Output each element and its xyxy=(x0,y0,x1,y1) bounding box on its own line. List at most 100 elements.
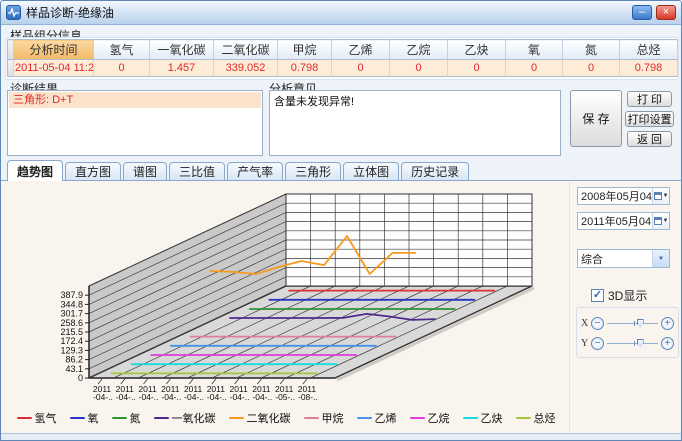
y-slider-thumb[interactable] xyxy=(637,339,644,348)
display-3d-label: 3D显示 xyxy=(608,287,647,304)
tab-gas-rate[interactable]: 产气率 xyxy=(227,162,283,180)
opinion-textarea[interactable]: 含量未发现异常! xyxy=(269,90,561,156)
legend-color-dash xyxy=(463,417,478,419)
x-zoom-out-button[interactable]: − xyxy=(591,317,604,330)
window-title: 样品诊断-绝缘油 xyxy=(26,4,114,21)
cell-time: 2011-05-04 11:22:05 xyxy=(14,60,94,77)
legend-item: 氧 xyxy=(70,410,99,426)
y-zoom-in-button[interactable]: + xyxy=(661,337,674,350)
x-axis-tick-label: -04-.. xyxy=(139,392,159,402)
series-combobox[interactable]: 综合 ▼ xyxy=(577,249,670,268)
close-icon: × xyxy=(663,6,669,18)
chevron-down-icon: ▼ xyxy=(658,256,664,262)
save-button[interactable]: 保 存 xyxy=(570,90,622,147)
legend-label: 氢气 xyxy=(35,410,57,426)
y-axis-tick-label: 43.1 xyxy=(65,364,83,374)
date-to-picker[interactable]: 2011年05月04日 ▼ xyxy=(577,212,670,230)
x-slider-label: X xyxy=(581,318,588,329)
legend-item: 一氧化碳 xyxy=(154,410,216,426)
minimize-button[interactable]: – xyxy=(632,5,652,20)
col-header: 二氧化碳 xyxy=(214,40,278,60)
col-header: 甲烷 xyxy=(278,40,332,60)
tab-spectrum[interactable]: 谱图 xyxy=(123,162,167,180)
table-row[interactable]: 2011-05-04 11:22:05 0 1.457 339.052 0.79… xyxy=(8,60,678,77)
date-from-value: 2008年05月04日 xyxy=(578,188,652,204)
cell-value: 0.798 xyxy=(278,60,332,77)
tab-three-ratio[interactable]: 三比值 xyxy=(169,162,225,180)
legend-item: 乙烷 xyxy=(410,410,450,426)
tab-3d-view[interactable]: 立体图 xyxy=(343,162,399,180)
print-button[interactable]: 打 印 xyxy=(627,91,672,107)
diagnosis-result-item[interactable]: 三角形: D+T xyxy=(9,92,261,108)
col-header: 总烃 xyxy=(620,40,678,60)
legend-item: 乙炔 xyxy=(463,410,503,426)
cell-value: 0.798 xyxy=(620,60,678,77)
titlebar: 样品诊断-绝缘油 – × xyxy=(1,1,681,25)
display-3d-checkbox[interactable]: ✓ xyxy=(591,289,604,302)
plus-icon: + xyxy=(665,338,671,349)
tab-trend[interactable]: 趋势图 xyxy=(7,160,63,181)
minus-icon: − xyxy=(595,338,601,349)
close-button[interactable]: × xyxy=(656,5,676,20)
zoom-slider-group: X − + Y − + xyxy=(576,307,679,358)
display-3d-checkbox-row: ✓ 3D显示 xyxy=(591,287,647,304)
x-axis-tick-label: -05-.. xyxy=(275,392,295,402)
col-header: 氧 xyxy=(506,40,563,60)
x-axis-tick-label: -04-.. xyxy=(184,392,204,402)
legend-color-dash xyxy=(304,417,319,419)
x-axis-tick-label: -04-.. xyxy=(230,392,250,402)
legend-item: 总烃 xyxy=(516,410,556,426)
y-axis-tick-label: 215.5 xyxy=(60,327,83,337)
y-axis-tick-label: 0 xyxy=(78,373,83,383)
col-header: 乙炔 xyxy=(448,40,506,60)
x-axis-tick-label: -04-.. xyxy=(252,392,272,402)
y-slider-tick xyxy=(634,341,635,346)
y-axis-tick-label: 344.8 xyxy=(60,299,83,309)
print-settings-button[interactable]: 打印设置 xyxy=(625,111,674,127)
calendar-icon xyxy=(654,192,662,200)
app-pulse-icon xyxy=(6,5,21,20)
col-header: 乙烷 xyxy=(390,40,448,60)
x-slider-thumb[interactable] xyxy=(637,319,644,328)
col-header: 氮 xyxy=(563,40,620,60)
y-slider-track[interactable] xyxy=(607,343,658,344)
x-slider-track[interactable] xyxy=(607,323,658,324)
back-button[interactable]: 返 回 xyxy=(627,131,672,147)
legend-color-dash xyxy=(112,417,127,419)
legend-color-dash xyxy=(357,417,372,419)
legend-label: 二氧化碳 xyxy=(247,410,291,426)
col-header: 一氧化碳 xyxy=(150,40,214,60)
x-axis-tick-label: -04-.. xyxy=(161,392,181,402)
col-header: 乙烯 xyxy=(332,40,390,60)
series-combobox-value: 综合 xyxy=(578,251,652,267)
y-axis-tick-label: 172.4 xyxy=(60,336,83,346)
check-icon: ✓ xyxy=(593,289,602,301)
tab-history[interactable]: 历史记录 xyxy=(401,162,469,180)
x-zoom-in-button[interactable]: + xyxy=(661,317,674,330)
legend-item: 氢气 xyxy=(17,410,57,426)
legend-label: 一氧化碳 xyxy=(172,410,216,426)
x-slider-row: X − + xyxy=(581,315,674,331)
tab-triangle[interactable]: 三角形 xyxy=(285,162,341,180)
date-from-picker[interactable]: 2008年05月04日 ▼ xyxy=(577,187,670,205)
calendar-icon xyxy=(654,217,662,225)
date-to-dropdown[interactable]: ▼ xyxy=(652,213,669,229)
cell-value: 1.457 xyxy=(150,60,214,77)
tab-histogram[interactable]: 直方图 xyxy=(65,162,121,180)
table-header-row: 分析时间 氢气 一氧化碳 二氧化碳 甲烷 乙烯 乙烷 乙炔 氧 氮 总烃 xyxy=(8,40,678,60)
y-axis-tick-label: 301.7 xyxy=(60,309,83,319)
y-slider-label: Y xyxy=(581,338,588,349)
series-combobox-dropdown[interactable]: ▼ xyxy=(652,250,669,267)
date-from-dropdown[interactable]: ▼ xyxy=(652,188,669,204)
minus-icon: − xyxy=(595,318,601,329)
legend-label: 甲烷 xyxy=(322,410,344,426)
window-bottom-edge xyxy=(1,433,681,440)
chevron-down-icon: ▼ xyxy=(663,218,669,224)
y-zoom-out-button[interactable]: − xyxy=(591,337,604,350)
legend-label: 总烃 xyxy=(534,410,556,426)
x-axis-tick-label: -04-.. xyxy=(116,392,136,402)
diagnosis-listbox: 三角形: D+T xyxy=(7,90,263,156)
minimize-icon: – xyxy=(639,6,645,18)
cell-value: 0 xyxy=(506,60,563,77)
legend-color-dash xyxy=(154,417,169,419)
